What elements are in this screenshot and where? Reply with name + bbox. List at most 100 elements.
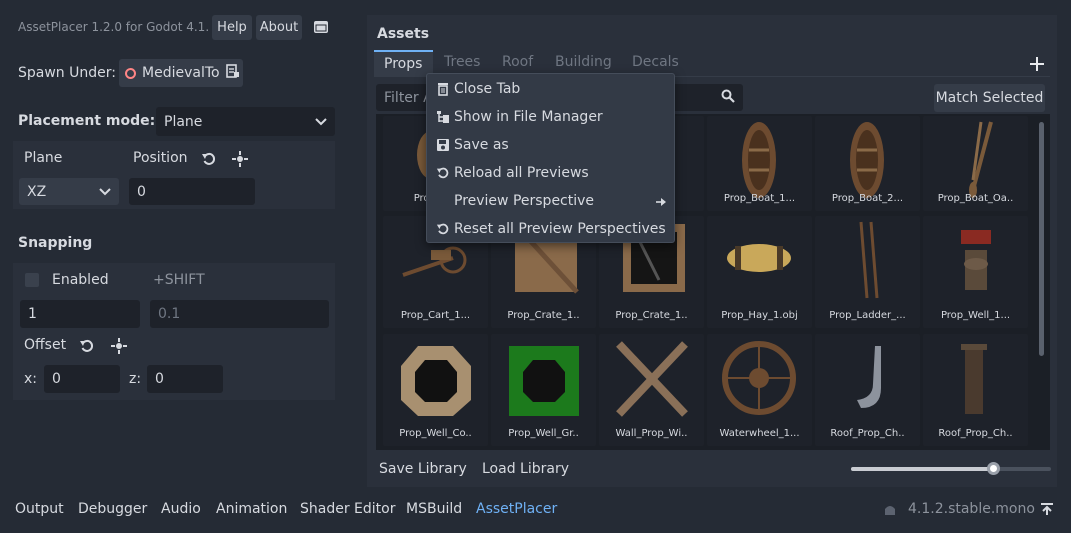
menu-reload-previews-label: Reload all Previews <box>454 165 589 181</box>
help-button[interactable]: Help <box>212 15 252 40</box>
asset-thumbnail <box>616 341 688 417</box>
chevron-down-icon <box>99 184 111 200</box>
zoom-slider-handle[interactable] <box>987 462 1000 475</box>
bottom-tab-msbuild[interactable]: MSBuild <box>406 501 462 517</box>
tab-building[interactable]: Building <box>555 54 612 70</box>
asset-thumbnail <box>850 122 884 198</box>
menu-close-tab-label: Close Tab <box>454 81 521 97</box>
menu-show-in-file-manager[interactable]: Show in File Manager <box>427 103 674 131</box>
bottom-tab-output[interactable]: Output <box>15 501 64 517</box>
tab-props-label: Props <box>384 56 423 72</box>
reset-offset-icon[interactable] <box>79 338 95 354</box>
about-button[interactable]: About <box>256 15 302 40</box>
placement-mode-select[interactable]: Plane <box>156 107 335 136</box>
tab-roof[interactable]: Roof <box>502 54 533 70</box>
asset-thumbnail <box>742 122 776 198</box>
asset-tile-label: Prop_Well_Gr.. <box>508 428 579 439</box>
chevron-down-icon <box>315 114 327 130</box>
menu-save-as-label: Save as <box>454 137 509 153</box>
asset-tile[interactable]: Prop_Well_Co.. <box>383 334 488 446</box>
tab-trees[interactable]: Trees <box>444 54 480 70</box>
shift-label: +SHIFT <box>153 272 205 288</box>
zoom-slider-fill <box>851 467 993 471</box>
asset-tile-label: Prop_Well_Co.. <box>399 428 472 439</box>
asset-thumbnail <box>722 341 796 415</box>
tab-props[interactable]: Props <box>374 50 433 76</box>
bottom-tab-shader-editor[interactable]: Shader Editor <box>300 501 395 517</box>
asset-tile-label: Roof_Prop_Ch.. <box>938 428 1013 439</box>
asset-thumbnail <box>727 244 791 272</box>
placement-mode-value: Plane <box>164 113 203 130</box>
asset-tile[interactable]: Prop_Boat_2... <box>815 116 920 211</box>
assets-title: Assets <box>377 26 430 42</box>
spawn-under-value: MedievalTo <box>142 65 220 81</box>
asset-thumbnail <box>961 344 987 414</box>
reset-icon <box>433 222 453 236</box>
spawn-under-picker[interactable]: MedievalTo <box>119 59 243 87</box>
asset-tile-label: Prop_Boat_2... <box>831 193 904 204</box>
bottom-tab-debugger[interactable]: Debugger <box>78 501 147 517</box>
asset-tile[interactable]: Prop_Well_Gr.. <box>491 334 596 446</box>
menu-reload-previews[interactable]: Reload all Previews <box>427 159 674 187</box>
search-icon <box>721 89 735 107</box>
position-input[interactable]: 0 <box>129 178 255 205</box>
asset-thumbnail <box>509 346 579 416</box>
grid-scrollbar[interactable] <box>1039 122 1044 356</box>
asset-tile-label: Prop_Hay_1.obj <box>721 310 798 321</box>
asset-tile-label: Prop_Ladder_... <box>829 310 906 321</box>
asset-tile[interactable]: Roof_Prop_Ch.. <box>923 334 1028 446</box>
asset-tile-label: Waterwheel_1... <box>719 428 800 439</box>
asset-tile[interactable]: Roof_Prop_Ch.. <box>815 334 920 446</box>
asset-tile[interactable]: Prop_Boat_Oa.. <box>923 116 1028 211</box>
offset-x-input[interactable]: 0 <box>44 365 120 393</box>
reset-position-icon[interactable] <box>201 151 217 167</box>
file-tree-icon <box>433 110 453 124</box>
bottom-tab-animation[interactable]: Animation <box>216 501 287 517</box>
crosshair-icon[interactable] <box>232 151 248 167</box>
asset-tile[interactable]: Waterwheel_1... <box>707 334 812 446</box>
menu-close-tab[interactable]: Close Tab <box>427 75 674 103</box>
add-tab-icon[interactable] <box>1029 56 1045 72</box>
snap-shift-step-input[interactable]: 0.1 <box>150 300 329 328</box>
asset-tile[interactable]: Wall_Prop_Wi.. <box>599 334 704 446</box>
match-selected-button[interactable]: Match Selected <box>934 84 1045 112</box>
asset-thumbnail <box>969 121 993 198</box>
asset-tile[interactable]: Prop_Hay_1.obj <box>707 216 812 328</box>
menu-preview-perspective[interactable]: Preview Perspective <box>427 187 674 215</box>
snapping-title: Snapping <box>18 235 93 251</box>
asset-thumbnail <box>961 230 991 290</box>
menu-reset-perspectives-label: Reset all Preview Perspectives <box>454 221 666 237</box>
snap-enabled-checkbox[interactable] <box>25 273 39 287</box>
asset-tile[interactable]: Prop_Well_1... <box>923 216 1028 328</box>
asset-tile[interactable]: Prop_Boat_1... <box>707 116 812 211</box>
bottom-tab-audio[interactable]: Audio <box>161 501 201 517</box>
godot-icon <box>883 503 897 517</box>
snap-step-input[interactable]: 1 <box>20 300 140 328</box>
menu-save-as[interactable]: Save as <box>427 131 674 159</box>
window-icon[interactable] <box>312 18 330 36</box>
plugin-title: AssetPlacer 1.2.0 for Godot 4.1. <box>18 20 210 34</box>
plane-axis-select[interactable]: XZ <box>19 178 119 205</box>
menu-show-in-file-manager-label: Show in File Manager <box>454 109 603 125</box>
save-library-button[interactable]: Save Library <box>379 461 467 477</box>
tab-decals[interactable]: Decals <box>632 54 679 70</box>
asset-thumbnail <box>401 346 471 416</box>
menu-reset-perspectives[interactable]: Reset all Preview Perspectives <box>427 215 674 243</box>
asset-tile-label: Prop_Crate_1.. <box>507 310 580 321</box>
version-label: 4.1.2.stable.mono <box>908 501 1035 517</box>
pin-panel-icon[interactable] <box>1040 502 1054 516</box>
asset-tile[interactable]: Prop_Ladder_... <box>815 216 920 328</box>
bottom-tab-assetplacer[interactable]: AssetPlacer <box>476 501 557 517</box>
zoom-slider[interactable] <box>851 462 1051 475</box>
crosshair-icon[interactable] <box>111 338 127 354</box>
asset-thumbnail <box>857 346 881 408</box>
offset-z-input[interactable]: 0 <box>147 365 223 393</box>
node-tree-icon <box>225 64 240 82</box>
snap-enabled-label: Enabled <box>52 272 109 288</box>
asset-tile-label: Prop_Boat_Oa.. <box>937 193 1014 204</box>
context-menu: Close Tab Show in File Manager Save as R… <box>426 73 675 243</box>
load-library-button[interactable]: Load Library <box>482 461 569 477</box>
trash-icon <box>433 82 453 96</box>
plane-axis-value: XZ <box>27 183 47 200</box>
position-label: Position <box>133 150 188 166</box>
